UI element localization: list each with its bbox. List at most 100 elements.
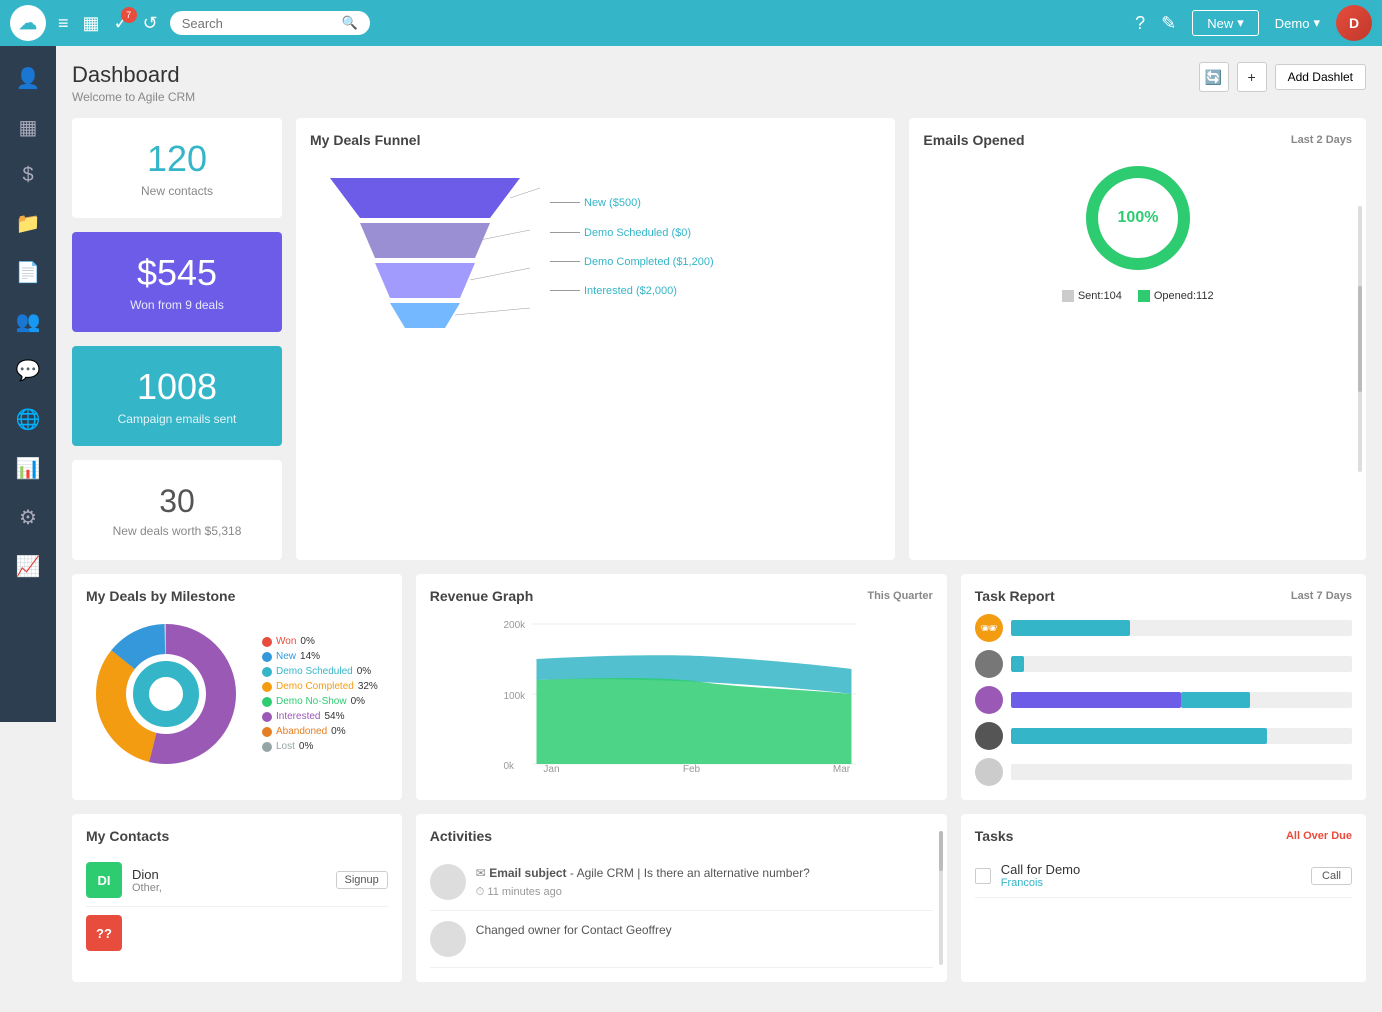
sidebar-item-dashboard[interactable]: ▦ bbox=[0, 105, 56, 150]
left-sidebar: 👤 ▦ $ 📁 📄 👥 💬 🌐 📊 ⚙ 📈 bbox=[0, 46, 56, 722]
task-checkbox-1[interactable] bbox=[975, 868, 991, 884]
my-contacts-title: My Contacts bbox=[86, 828, 388, 844]
menu-icon[interactable]: ≡ bbox=[58, 13, 69, 34]
sidebar-item-files[interactable]: 📊 bbox=[0, 446, 56, 491]
user-avatar[interactable]: D bbox=[1336, 5, 1372, 41]
add-dashlet-button[interactable]: Add Dashlet bbox=[1275, 64, 1366, 90]
campaign-emails-label: Campaign emails sent bbox=[118, 412, 237, 426]
bottom-row: My Contacts DI Dion Other, Signup ?? Act… bbox=[72, 814, 1366, 982]
documents-icon: 📁 bbox=[16, 211, 41, 236]
task-bar-bg-3 bbox=[1011, 692, 1352, 708]
chevron-down-icon-demo: ▾ bbox=[1313, 15, 1320, 31]
activity-time-1: ⏱ 11 minutes ago bbox=[476, 886, 810, 899]
campaign-emails-card: 1008 Campaign emails sent bbox=[72, 346, 282, 446]
globe-icon: 🌐 bbox=[16, 407, 41, 432]
pie-chart bbox=[86, 614, 246, 774]
task-avatar-3 bbox=[975, 686, 1003, 714]
help-icon[interactable]: ? bbox=[1135, 13, 1145, 34]
stats-row: 120 New contacts $545 Won from 9 deals 1… bbox=[72, 118, 1366, 560]
svg-text:100k: 100k bbox=[503, 691, 526, 702]
pie-interested: Interested 54% bbox=[262, 711, 378, 722]
tasks-badge: 7 bbox=[121, 7, 137, 23]
new-deals-label: New deals worth $5,318 bbox=[113, 524, 242, 538]
pie-abandoned: Abandoned 0% bbox=[262, 726, 378, 737]
task-bar-purple-3 bbox=[1011, 692, 1182, 708]
donut-container: 100% Sent:104 Opened:112 bbox=[923, 158, 1352, 302]
won-deals-card: $545 Won from 9 deals bbox=[72, 232, 282, 332]
sidebar-item-settings[interactable]: ⚙ bbox=[0, 495, 56, 540]
deals-funnel-title: My Deals Funnel bbox=[310, 132, 881, 148]
contact-name-dion: Dion bbox=[132, 867, 326, 882]
app-logo: ☁ bbox=[10, 5, 46, 41]
funnel-legend: New ($500) Demo Scheduled ($0) Demo Comp… bbox=[550, 196, 881, 300]
sidebar-item-documents[interactable]: 📁 bbox=[0, 201, 56, 246]
contact-avatar-dion: DI bbox=[86, 862, 122, 898]
task-call-btn[interactable]: Call bbox=[1311, 867, 1352, 885]
task-bar-bg-4 bbox=[1011, 728, 1352, 744]
activities-panel: Activities ✉ Email subject - Agile CRM |… bbox=[416, 814, 947, 982]
funnel-svg bbox=[310, 168, 540, 328]
my-contacts-panel: My Contacts DI Dion Other, Signup ?? bbox=[72, 814, 402, 982]
pin-icon[interactable]: ✎ bbox=[1161, 13, 1176, 34]
sidebar-item-globe[interactable]: 🌐 bbox=[0, 397, 56, 442]
svg-text:100%: 100% bbox=[1117, 209, 1158, 226]
funnel-legend-new: New ($500) bbox=[550, 196, 881, 211]
new-button[interactable]: New ▾ bbox=[1192, 10, 1259, 36]
sidebar-item-chat[interactable]: 💬 bbox=[0, 348, 56, 393]
funnel-legend-demo-sched: Demo Scheduled ($0) bbox=[550, 226, 881, 241]
sidebar-item-reports[interactable]: 👥 bbox=[0, 299, 56, 344]
demo-button[interactable]: Demo ▾ bbox=[1275, 15, 1320, 31]
page-subtitle: Welcome to Agile CRM bbox=[72, 90, 195, 104]
new-deals-card: 30 New deals worth $5,318 bbox=[72, 460, 282, 560]
charts-row: My Deals by Milestone bbox=[72, 574, 1366, 800]
contact-signup-btn[interactable]: Signup bbox=[336, 871, 388, 889]
task-bar-blue-3 bbox=[1181, 692, 1249, 708]
activity-text-1: ✉ Email subject - Agile CRM | Is there a… bbox=[476, 864, 810, 882]
calendar-icon[interactable]: ▦ bbox=[83, 13, 100, 34]
task-bar-bg-5 bbox=[1011, 764, 1352, 780]
activity-avatar-1 bbox=[430, 864, 466, 900]
analytics-icon: 📈 bbox=[16, 554, 41, 579]
refresh-button[interactable]: 🔄 bbox=[1199, 62, 1229, 92]
funnel-legend-interested: Interested ($2,000) bbox=[550, 284, 881, 299]
task-avatar-4 bbox=[975, 722, 1003, 750]
activities-title: Activities bbox=[430, 828, 933, 844]
sidebar-item-notes[interactable]: 📄 bbox=[0, 250, 56, 295]
sidebar-item-contacts[interactable]: 👤 bbox=[0, 56, 56, 101]
reports-icon: 👥 bbox=[16, 309, 41, 334]
add-icon-button[interactable]: + bbox=[1237, 62, 1267, 92]
contact-avatar-partial: ?? bbox=[86, 915, 122, 951]
task-bar-fill-2 bbox=[1011, 656, 1025, 672]
donut-legend: Sent:104 Opened:112 bbox=[1062, 290, 1214, 302]
pie-lost: Lost 0% bbox=[262, 741, 378, 752]
task-bar-row-1: 🕶 bbox=[975, 614, 1352, 642]
pie-new: New 14% bbox=[262, 651, 378, 662]
settings-icon: ⚙ bbox=[19, 505, 37, 530]
new-deals-number: 30 bbox=[159, 483, 195, 520]
funnel-interested-label: Interested ($2,000) bbox=[584, 284, 677, 299]
search-bar[interactable]: 🔍 bbox=[170, 11, 370, 35]
task-bars-list: 🕶 bbox=[975, 614, 1352, 786]
task-avatar-1: 🕶 bbox=[975, 614, 1003, 642]
funnel-new-label: New ($500) bbox=[584, 196, 641, 211]
contact-info-dion: Dion Other, bbox=[132, 867, 326, 894]
task-bar-bg-1 bbox=[1011, 620, 1352, 636]
funnel-legend-demo-comp: Demo Completed ($1,200) bbox=[550, 255, 881, 270]
task-owner-1: Francois bbox=[1001, 877, 1301, 889]
tasks-icon[interactable]: ✓ 7 bbox=[114, 13, 129, 34]
top-navigation: ☁ ≡ ▦ ✓ 7 ↺ 🔍 ? ✎ New ▾ Demo ▾ D bbox=[0, 0, 1382, 46]
sidebar-item-analytics[interactable]: 📈 bbox=[0, 544, 56, 589]
activity-item-1: ✉ Email subject - Agile CRM | Is there a… bbox=[430, 854, 933, 911]
task-bar-row-2 bbox=[975, 650, 1352, 678]
pie-demo-comp: Demo Completed 32% bbox=[262, 681, 378, 692]
won-deals-label: Won from 9 deals bbox=[130, 298, 224, 312]
search-input[interactable] bbox=[182, 16, 336, 31]
pie-won: Won 0% bbox=[262, 636, 378, 647]
emails-opened-title: Emails Opened Last 2 Days bbox=[923, 132, 1352, 148]
task-bar-fill-1 bbox=[1011, 620, 1130, 636]
task-bar-fill-4 bbox=[1011, 728, 1267, 744]
history-icon[interactable]: ↺ bbox=[143, 13, 158, 34]
funnel-container: New ($500) Demo Scheduled ($0) Demo Comp… bbox=[310, 158, 881, 338]
sidebar-item-marketing[interactable]: $ bbox=[0, 154, 56, 197]
task-bar-row-3 bbox=[975, 686, 1352, 714]
